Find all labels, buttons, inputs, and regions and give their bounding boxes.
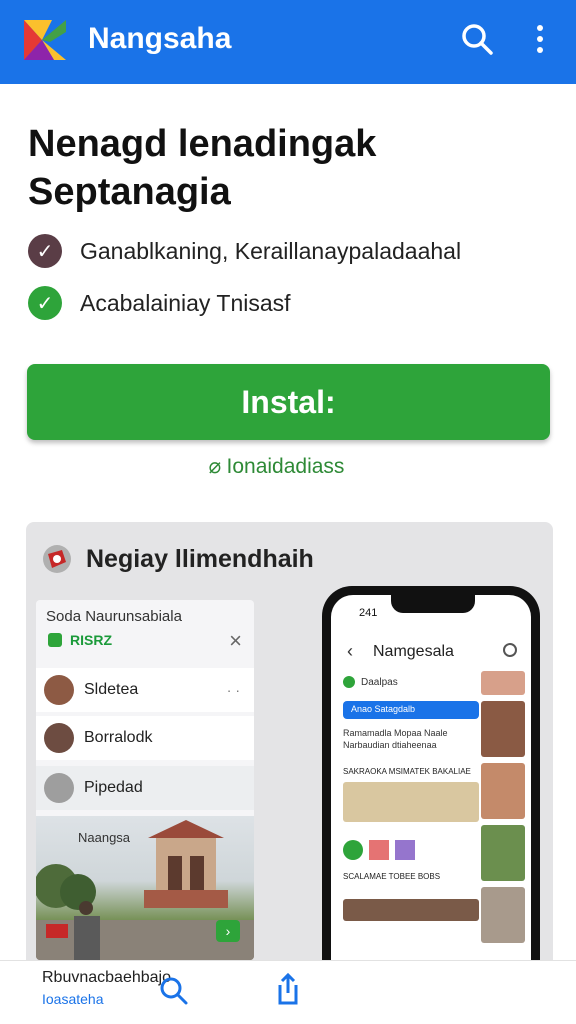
card-header: Negiay llimendhaih (40, 542, 314, 576)
chip-text: Daalpas (361, 676, 398, 688)
phone-mockup: 241 ‹ Namgesala Daalpas Anao Satagdalb R… (322, 586, 540, 1024)
list-item[interactable]: Sldetea · · (36, 668, 254, 712)
list-item[interactable]: Pipedad (36, 766, 254, 810)
list-item-name: Sldetea (84, 681, 139, 698)
thumbnail[interactable] (481, 887, 525, 943)
feature-item-2: ✓ Acabalainiay Tnisasf (28, 286, 291, 320)
bottom-bar-subtitle: Ioasateha (42, 991, 104, 1007)
page-headline: Nenagd lenadingak Septanagia (28, 120, 548, 216)
phone-photo-2 (343, 899, 479, 921)
headline-line-2: Septanagia (28, 171, 231, 213)
app-bar: Nangsaha (0, 0, 576, 84)
info-icon[interactable] (503, 643, 517, 657)
phone-banner[interactable]: Anao Satagdalb (343, 701, 479, 719)
more-horiz-icon[interactable]: · · (227, 682, 240, 698)
phone-time: 241 (359, 607, 378, 619)
panel-title: Soda Naurunsabiala (46, 608, 182, 625)
thumbnail[interactable] (481, 671, 525, 695)
phone-photo-1 (343, 782, 479, 822)
headline-line-1: Nenagd lenadingak (28, 123, 377, 165)
phone-notch (391, 595, 475, 613)
search-icon[interactable] (460, 22, 494, 56)
list-item-name: Borralodk (84, 729, 153, 746)
list-item[interactable]: Borralodk (36, 716, 254, 760)
close-icon[interactable]: × (229, 628, 242, 654)
badge-text: RISRZ (70, 632, 112, 648)
app-title: Nangsaha (88, 22, 232, 55)
pencil-icon: ⌀ (208, 455, 221, 478)
back-arrow-icon[interactable]: ‹ (347, 641, 353, 662)
svg-text:›: › (226, 923, 231, 939)
search-icon[interactable] (158, 975, 190, 1007)
avatar (44, 723, 74, 753)
badge-icon (48, 633, 62, 647)
thumbnail[interactable] (481, 701, 525, 757)
building-illustration: › (36, 820, 254, 960)
feature-item-1: ✓ Ganablkaning, Keraillanaypaladaahal (28, 234, 461, 268)
phone-chip[interactable]: Daalpas (343, 673, 479, 691)
scene-caption: Naangsa (78, 830, 131, 845)
preview-card: Negiay llimendhaih Soda Naurunsabiala RI… (26, 522, 553, 1024)
chip-check-icon (343, 676, 355, 688)
phone-thumbnails (481, 671, 527, 949)
web-panel: Soda Naurunsabiala RISRZ × Sldetea · · B… (36, 600, 254, 960)
building-photo: › Naangsa (36, 816, 254, 960)
phone-screen: 241 ‹ Namgesala Daalpas Anao Satagdalb R… (331, 595, 531, 1017)
bottom-bar: Rbuvnacbaehbajo Ioasateha (0, 960, 576, 1024)
install-button[interactable]: Instal: (27, 364, 550, 440)
phone-emoji-row (343, 840, 479, 862)
feature-text-1: Ganablkaning, Keraillanaypaladaahal (80, 237, 462, 264)
thumbnail[interactable] (481, 825, 525, 881)
bottom-bar-title: Rbuvnacbaehbajo (42, 969, 171, 986)
phone-title: Namgesala (373, 643, 454, 660)
list-item-name: Pipedad (84, 779, 143, 796)
feature-text-2: Acabalainiay Tnisasf (80, 289, 291, 316)
phone-text: Ramamadla Mopaa Naale Narbaudian dtiahee… (343, 728, 448, 750)
avatar (44, 675, 74, 705)
card-title: Negiay llimendhaih (86, 544, 314, 573)
phone-feed: Daalpas Anao Satagdalb Ramamadla Mopaa N… (343, 673, 479, 921)
install-note[interactable]: ⌀ Ionaidadiass (208, 454, 344, 479)
more-vert-icon[interactable] (528, 22, 552, 58)
thumbnail[interactable] (481, 763, 525, 819)
share-icon[interactable] (272, 971, 304, 1007)
phone-section-1: SAKRAOKA MSIMATEK BAKALIAE (343, 767, 471, 776)
app-logo-icon (24, 20, 66, 60)
brand-logo-icon (43, 545, 71, 573)
phone-section-2: SCALAMAE TOBEE BOBS (343, 872, 441, 881)
panel-badge: RISRZ (48, 632, 112, 648)
check-dark-icon: ✓ (28, 234, 62, 268)
avatar-placeholder (44, 773, 74, 803)
install-note-text: Ionaidadiass (226, 455, 345, 478)
check-green-icon: ✓ (28, 286, 62, 320)
